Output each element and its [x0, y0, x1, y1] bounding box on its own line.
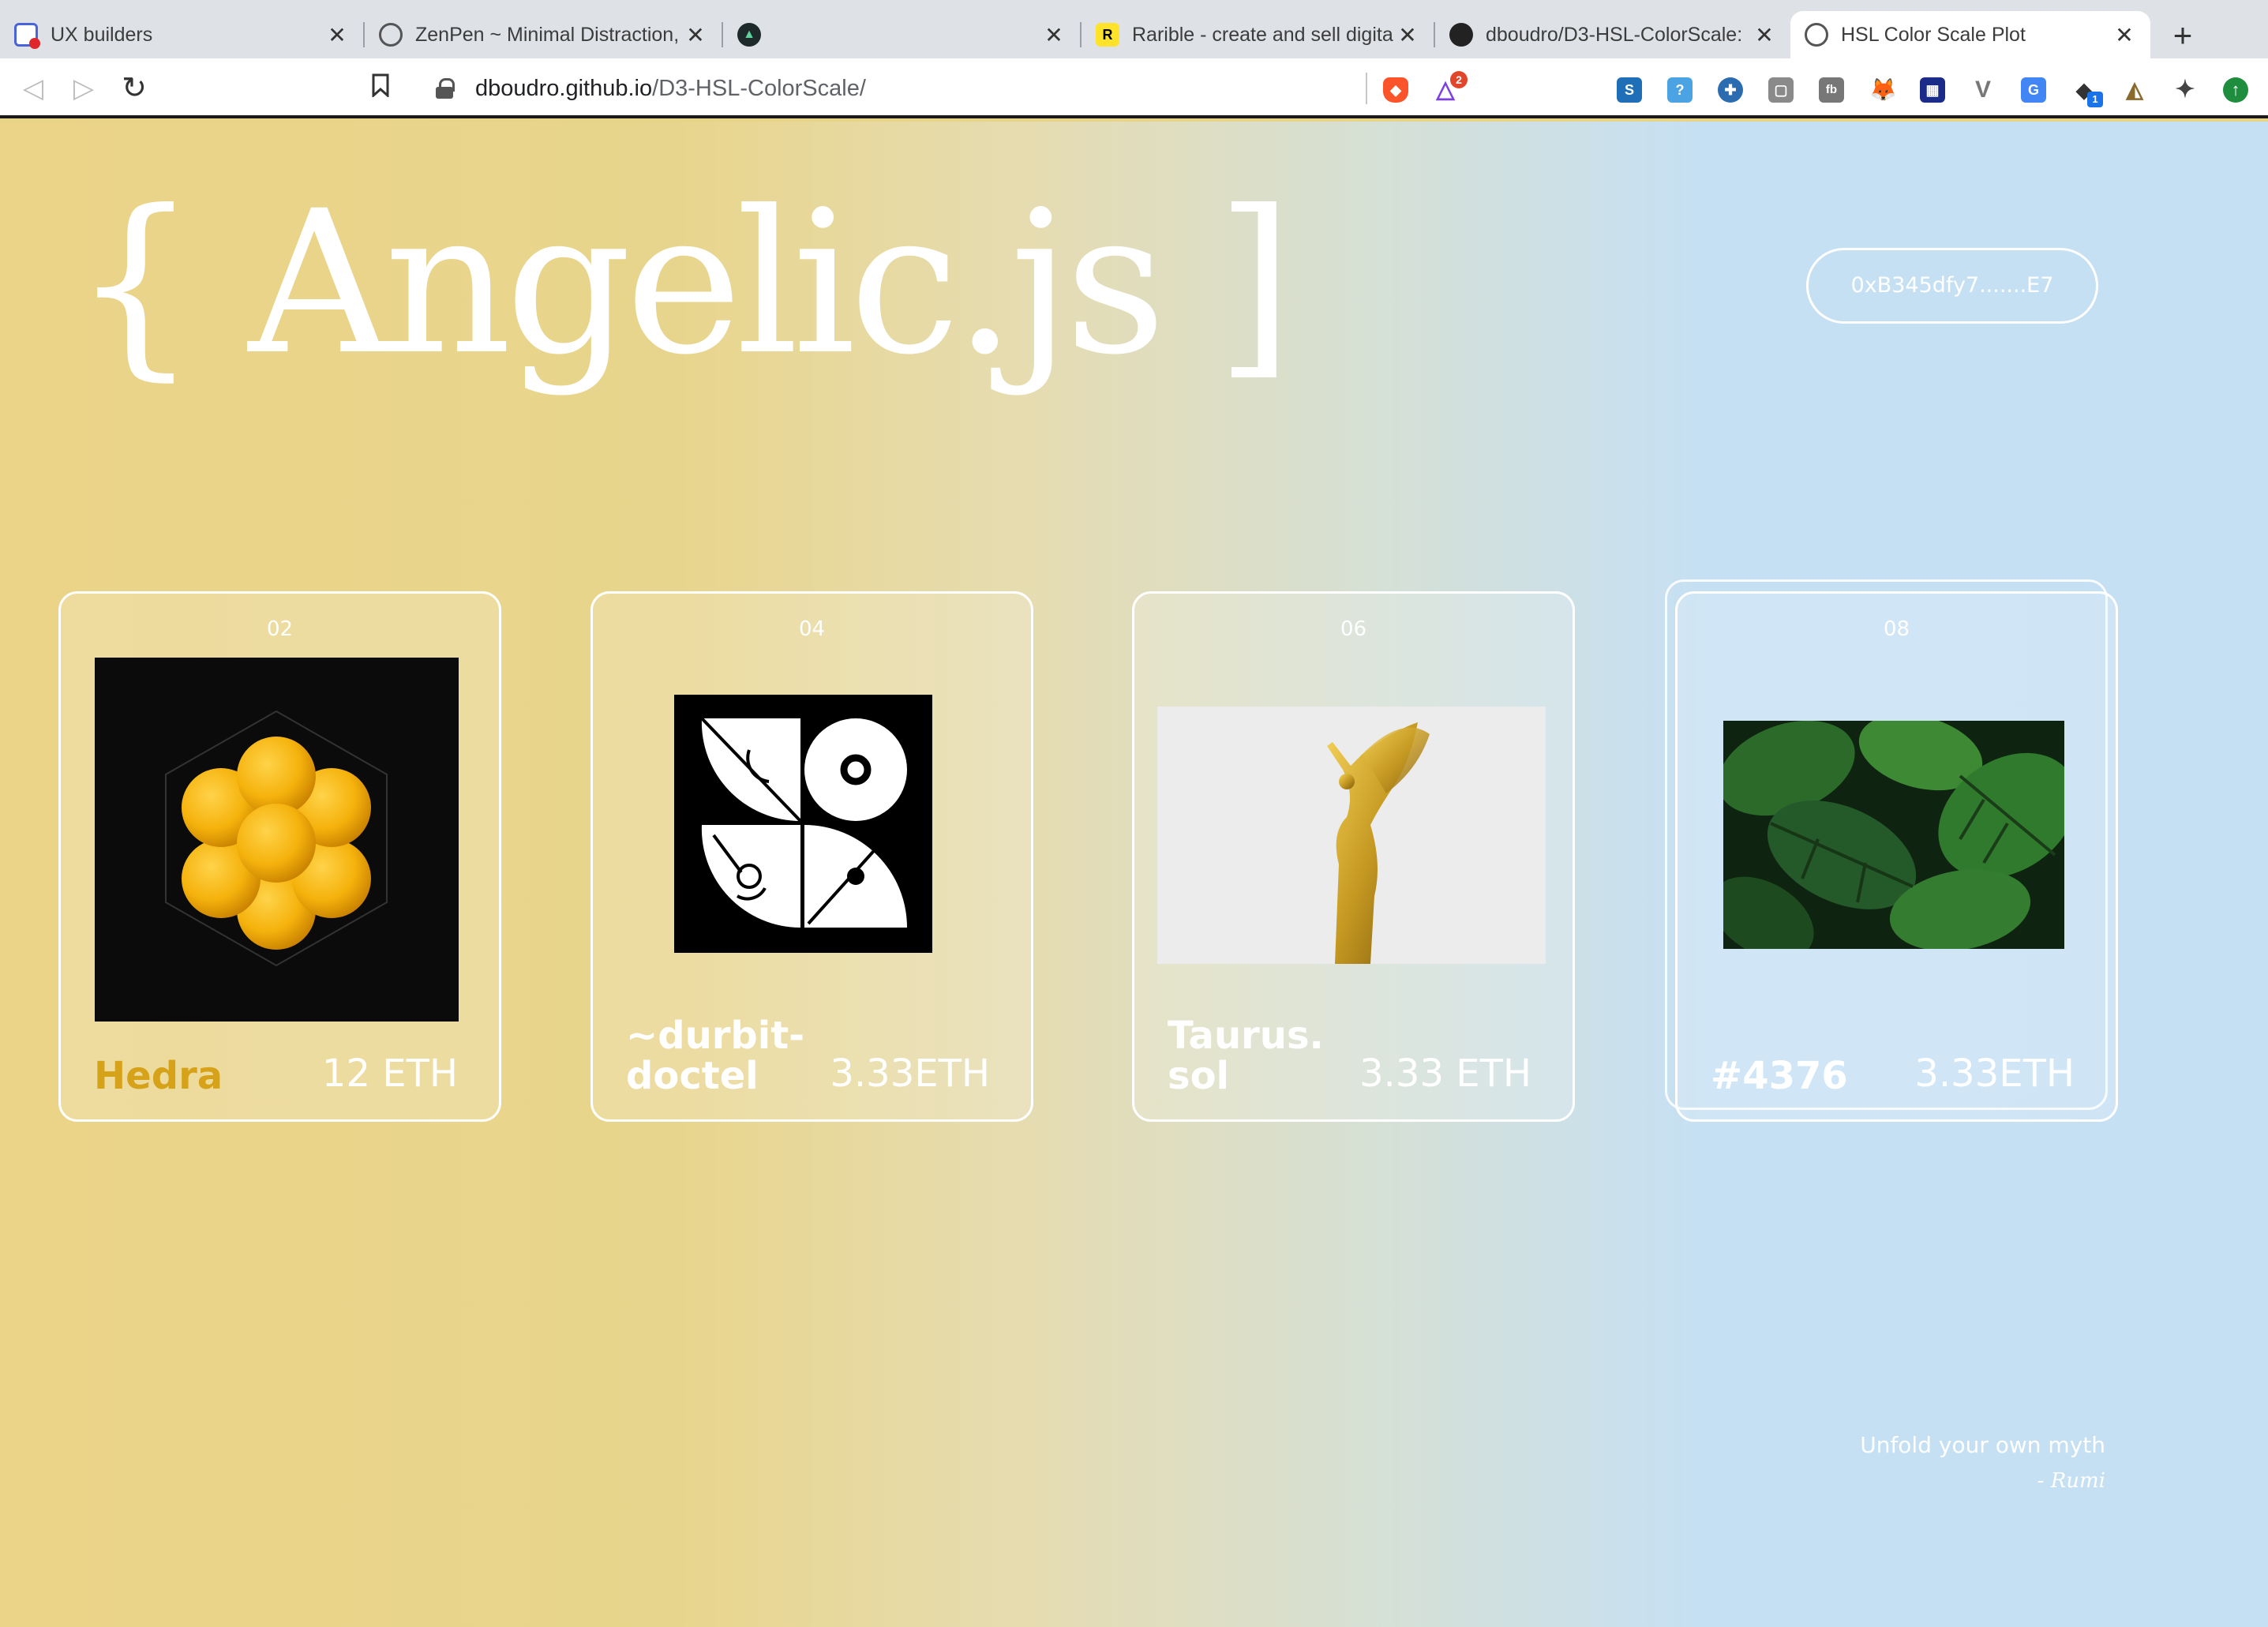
card-name-line2: sol	[1168, 1053, 1229, 1098]
nft-card-hedra[interactable]: 02 Hedra 12 ETH	[58, 591, 501, 1122]
tab-github[interactable]: dboudro/D3-HSL-ColorScale: ✕	[1435, 11, 1790, 58]
extension-pin-icon[interactable]: ?	[1667, 77, 1693, 103]
github-icon	[1449, 23, 1473, 47]
extension-circle-icon[interactable]: ✚	[1718, 77, 1743, 103]
rarible-icon: R	[1096, 23, 1119, 47]
address-divider	[1366, 73, 1367, 104]
card-name-line1: Taurus.	[1168, 1014, 1324, 1059]
card-price: 3.33ETH	[830, 1052, 990, 1096]
card-number: 02	[266, 617, 294, 641]
quote-text: Unfold your own myth	[1860, 1432, 2105, 1458]
extensions-puzzle-icon[interactable]: ✦	[2172, 77, 2198, 103]
brave-shield-icon[interactable]: ◆	[1383, 77, 1408, 103]
reload-icon[interactable]: ↻	[117, 71, 152, 106]
tab-ux-builders[interactable]: UX builders ✕	[0, 11, 363, 58]
tab-triangle[interactable]: ▲ ✕	[723, 11, 1080, 58]
close-tab-icon[interactable]: ✕	[1042, 22, 1066, 48]
close-tab-icon[interactable]: ✕	[1753, 22, 1776, 48]
close-tab-icon[interactable]: ✕	[1396, 22, 1419, 48]
wallet-address-button[interactable]: 0xB345dfy7.......E7	[1806, 248, 2098, 324]
tab-hsl-color-scale[interactable]: HSL Color Scale Plot ✕	[1790, 11, 2150, 58]
card-price: 3.33 ETH	[1359, 1052, 1531, 1096]
card-number: 04	[798, 617, 826, 641]
tab-title: UX builders	[51, 23, 153, 46]
quote-block: Unfold your own myth - Rumi	[1860, 1432, 2105, 1493]
card-price: 3.33ETH	[1914, 1052, 2075, 1096]
golden-angel-statue-art	[1157, 707, 1546, 964]
card-number: 08	[1883, 617, 1910, 641]
tab-strip: UX builders ✕ ZenPen ~ Minimal Distracti…	[0, 0, 2268, 58]
page-content: { Angelic.js ] 0xB345dfy7.......E7 02 He…	[0, 122, 2268, 1627]
card-name: ~durbit- doctel	[626, 1016, 804, 1096]
forward-icon[interactable]: ▷	[66, 71, 101, 106]
card-name: Taurus. sol	[1168, 1016, 1324, 1096]
triangle-logo-icon: ▲	[737, 23, 761, 47]
bookmark-icon[interactable]	[363, 71, 398, 106]
brave-rewards-icon[interactable]: △ 2	[1433, 71, 1468, 103]
extension-eth-icon[interactable]: ◆ 1	[2071, 77, 2103, 107]
extension-fb-icon[interactable]: fb	[1819, 77, 1844, 103]
rewards-badge: 2	[1450, 71, 1468, 88]
url-host: dboudro.github.io	[475, 75, 653, 101]
calendar-icon	[14, 23, 40, 49]
black-white-geometric-art	[674, 695, 932, 953]
monstera-leaves-art	[1723, 721, 2064, 949]
url-path: /D3-HSL-ColorScale/	[652, 75, 866, 101]
extension-grid-icon[interactable]: ▦	[1920, 77, 1945, 103]
close-tab-icon[interactable]: ✕	[684, 22, 707, 48]
extension-v-icon[interactable]: V	[1970, 77, 1996, 103]
metamask-icon[interactable]: 🦊	[1869, 77, 1897, 103]
card-name: #4376	[1711, 1053, 1848, 1098]
quote-author: - Rumi	[2037, 1469, 2105, 1493]
card-name: Hedra	[94, 1053, 223, 1098]
card-number: 06	[1340, 617, 1367, 641]
extension-dog-icon[interactable]: ◭	[2122, 77, 2147, 103]
nft-card-durbit-doctel[interactable]: 04 ~durbit- doctel 3.33ETH	[590, 591, 1033, 1122]
extension-badge: 1	[2087, 92, 2103, 107]
back-icon[interactable]: ◁	[16, 71, 51, 106]
close-tab-icon[interactable]: ✕	[2112, 22, 2136, 48]
card-name-line2: doctel	[626, 1053, 759, 1098]
nft-card-taurus-sol[interactable]: 06 Taurus. sol 3.33 ETH	[1132, 591, 1575, 1122]
address-bar[interactable]: dboudro.github.io/D3-HSL-ColorScale/	[410, 66, 1370, 111]
url-text: dboudro.github.io/D3-HSL-ColorScale/	[475, 76, 866, 102]
yellow-spheres-hexagon-art	[95, 658, 459, 1022]
globe-icon	[1805, 23, 1828, 47]
update-icon[interactable]: ↑	[2223, 77, 2248, 103]
browser-toolbar: ◁ ▷ ↻ dboudro.github.io/D3-HSL-ColorScal…	[0, 58, 2268, 118]
extension-s-icon[interactable]: S	[1617, 77, 1642, 103]
extension-gray-icon[interactable]: ▢	[1768, 77, 1794, 103]
card-name-line1: ~durbit-	[626, 1014, 805, 1059]
card-price: 12 ETH	[321, 1052, 458, 1096]
tab-rarible[interactable]: R Rarible - create and sell digita ✕	[1082, 11, 1434, 58]
google-translate-icon[interactable]: G	[2021, 77, 2046, 103]
site-logo[interactable]: { Angelic.js ]	[73, 185, 1293, 382]
nft-card-4376[interactable]: 08 #4376 3.33ETH	[1675, 591, 2118, 1122]
lock-icon	[436, 78, 455, 99]
tab-zenpen[interactable]: ZenPen ~ Minimal Distraction, ✕	[365, 11, 722, 58]
globe-icon	[379, 23, 403, 47]
tab-title: dboudro/D3-HSL-ColorScale:	[1486, 23, 1743, 46]
new-tab-button[interactable]: +	[2163, 16, 2202, 55]
close-tab-icon[interactable]: ✕	[325, 22, 349, 48]
tab-title: ZenPen ~ Minimal Distraction,	[415, 23, 680, 46]
tab-title: HSL Color Scale Plot	[1841, 23, 2026, 46]
tab-title: Rarible - create and sell digita	[1132, 23, 1393, 46]
